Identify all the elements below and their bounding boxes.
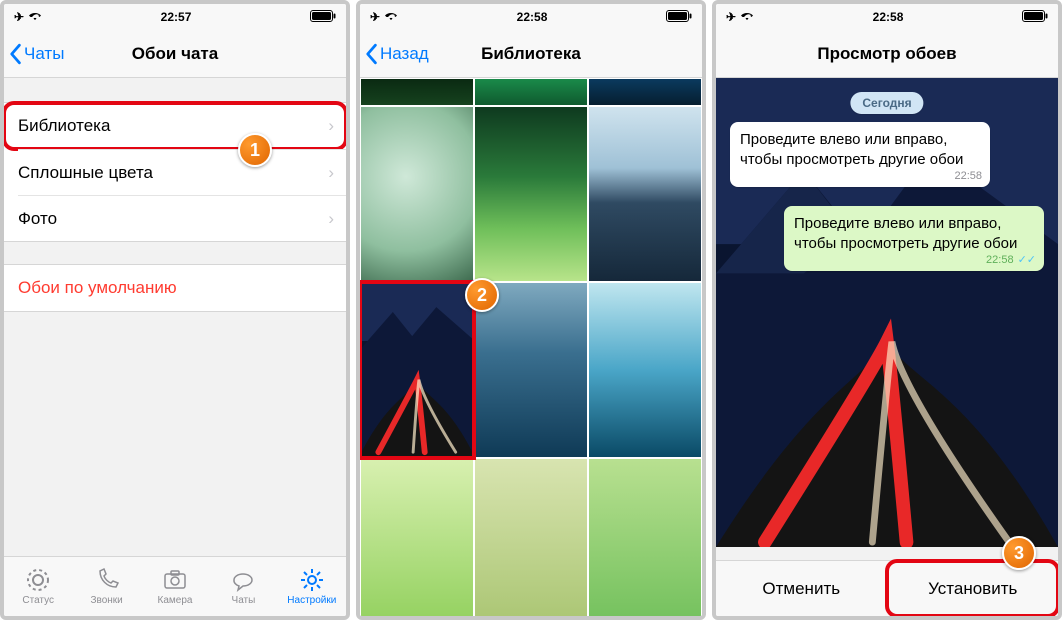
wifi-icon [384,10,398,24]
wifi-icon [740,10,754,24]
back-button[interactable]: Чаты [8,30,64,77]
gear-icon [299,567,325,593]
preview-content: Сегодня Проведите влево или вправо, чтоб… [716,78,1058,616]
camera-icon [162,567,188,593]
tab-status-label: Статус [22,595,54,606]
wifi-icon [28,10,42,24]
date-pill: Сегодня [850,92,923,114]
bubble-outgoing-time: 22:58✓✓ [986,253,1036,267]
wallpaper-thumb[interactable] [360,78,474,106]
airplane-icon: ✈︎ [370,10,380,24]
row-default-wallpaper[interactable]: Обои по умолчанию [4,265,346,311]
screen-wallpaper-options: ✈︎ 22:57 Чаты Обои чата Библиотека › Спл… [0,0,350,620]
status-bar: ✈︎ 22:58 [360,4,702,30]
wallpaper-thumb[interactable] [588,458,702,616]
bubble-outgoing-text: Проведите влево или вправо, чтобы просмо… [794,215,1017,252]
phone-icon [94,567,120,593]
tab-settings-label: Настройки [287,595,336,606]
screen-library-grid: ✈︎ 22:58 Назад Библиотека [356,0,706,620]
tab-camera-label: Камера [158,595,193,606]
tab-settings[interactable]: Настройки [278,557,346,616]
row-solid-label: Сплошные цвета [18,163,153,183]
chevron-right-icon: › [328,209,334,229]
wallpaper-thumb[interactable] [360,458,474,616]
row-photo[interactable]: Фото › [18,195,346,241]
status-time: 22:58 [517,10,548,24]
wallpaper-thumb[interactable] [588,78,702,106]
tab-chats-label: Чаты [232,595,256,606]
row-solid-colors[interactable]: Сплошные цвета › [18,149,346,195]
page-title: Библиотека [481,44,581,64]
bubble-outgoing: Проведите влево или вправо, чтобы просмо… [784,206,1044,271]
wallpaper-thumb[interactable] [360,106,474,282]
tab-calls[interactable]: Звонки [72,557,140,616]
callout-badge-2: 2 [465,278,499,312]
airplane-icon: ✈︎ [14,10,24,24]
page-title: Просмотр обоев [817,44,956,64]
chat-icon [230,567,256,593]
row-library-label: Библиотека [18,116,110,136]
status-bar: ✈︎ 22:58 [716,4,1058,30]
battery-icon [1022,10,1048,25]
callout-badge-1: 1 [238,133,272,167]
bubble-incoming-time: 22:58 [954,169,982,183]
battery-icon [666,10,692,25]
nav-bar: Просмотр обоев [716,30,1058,78]
chevron-right-icon: › [328,163,334,183]
content: Библиотека › Сплошные цвета › Фото › 1 О… [4,78,346,556]
grid-content: 2 [360,78,702,616]
preview-actions: Отменить Установить [716,560,1058,616]
tab-calls-label: Звонки [90,595,122,606]
set-button[interactable]: Установить [887,561,1059,616]
tab-bar: Статус Звонки Камера Чаты Настройки [4,556,346,616]
cancel-button[interactable]: Отменить [716,561,887,616]
nav-bar: Чаты Обои чата [4,30,346,78]
battery-icon [310,10,336,25]
chevron-right-icon: › [328,116,334,136]
row-photo-label: Фото [18,209,57,229]
wallpaper-thumb[interactable] [588,282,702,458]
back-label: Чаты [24,44,64,64]
wallpaper-thumb[interactable] [474,78,588,106]
wallpaper-thumb-selected[interactable] [360,282,474,458]
screen-preview: ✈︎ 22:58 Просмотр обоев Сегодня Проведит… [712,0,1062,620]
tab-chats[interactable]: Чаты [209,557,277,616]
wallpaper-thumb[interactable] [474,458,588,616]
callout-badge-3: 3 [1002,536,1036,570]
page-title: Обои чата [132,44,218,64]
back-label: Назад [380,44,429,64]
tab-camera[interactable]: Камера [141,557,209,616]
back-button[interactable]: Назад [364,30,429,77]
airplane-icon: ✈︎ [726,10,736,24]
status-bar: ✈︎ 22:57 [4,4,346,30]
wallpaper-thumb[interactable] [474,106,588,282]
read-ticks-icon: ✓✓ [1018,254,1036,266]
bubble-incoming-text: Проведите влево или вправо, чтобы просмо… [740,131,963,168]
nav-bar: Назад Библиотека [360,30,702,78]
bubble-incoming: Проведите влево или вправо, чтобы просмо… [730,122,990,187]
tab-status[interactable]: Статус [4,557,72,616]
row-library[interactable]: Библиотека › [4,103,346,149]
status-time: 22:57 [161,10,192,24]
row-default-label: Обои по умолчанию [18,278,177,298]
status-icon [25,567,51,593]
wallpaper-thumb[interactable] [588,106,702,282]
status-time: 22:58 [873,10,904,24]
